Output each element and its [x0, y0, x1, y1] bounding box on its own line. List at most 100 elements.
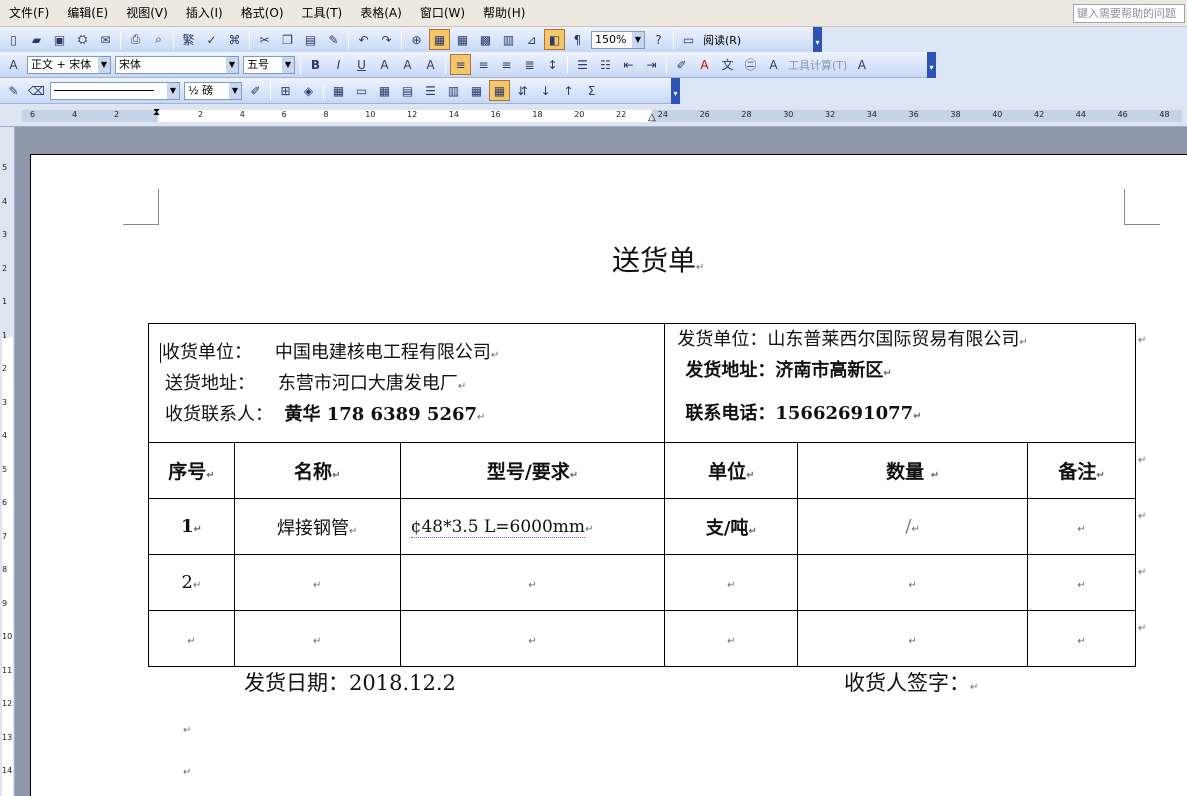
decrease-indent-icon[interactable]: ⇤ [618, 54, 639, 75]
text-direction-icon[interactable]: A [851, 54, 872, 75]
align-right-icon[interactable]: ≡ [496, 54, 517, 75]
menu-item[interactable]: 窗口(W) [411, 2, 474, 24]
menu-item[interactable]: 文件(F) [0, 2, 58, 24]
new-document-icon[interactable]: ▯ [3, 29, 24, 50]
eraser-icon[interactable]: ⌫ [26, 80, 47, 101]
table-cell[interactable]: 1↵ [148, 498, 235, 555]
line-weight-select[interactable]: ½ 磅 ▼ [184, 81, 242, 100]
vertical-ruler[interactable]: 5 4 3 2 1 1 2 3 4 5 6 7 8 9 10 11 12 13 14 [0, 127, 15, 796]
line-style-select[interactable]: ▼ [50, 81, 180, 100]
table-cell[interactable]: ↵ [797, 610, 1029, 667]
delivery-table[interactable]: 收货单位： 中国电建核电工程有限公司↵ 送货地址： 东营市河口大唐发电厂↵ 收货… [147, 323, 1136, 667]
sort-ascending-icon[interactable]: ↓ [535, 80, 556, 101]
redo-icon[interactable]: ↷ [376, 29, 397, 50]
cut-icon[interactable]: ✂ [254, 29, 275, 50]
menu-item[interactable]: 格式(O) [232, 2, 293, 24]
phonetic-guide-icon[interactable]: 文 [717, 54, 738, 75]
table-cell[interactable]: ↵ [664, 554, 799, 611]
autosum-icon[interactable]: Σ [581, 80, 602, 101]
receiver-signature[interactable]: 收货人签字：↵ [844, 667, 978, 697]
insert-excel-icon[interactable]: ▩ [475, 29, 496, 50]
horizontal-ruler[interactable]: 6 4 2 ⧗ △ 2 4 6 8 10 12 14 16 18 20 22 24 26 28 30 32 34… [0, 105, 1187, 127]
align-center-icon[interactable]: ≡ [473, 54, 494, 75]
table-cell[interactable]: ↵ [233, 610, 401, 667]
menu-item[interactable]: 工具(T) [293, 2, 352, 24]
numbering-icon[interactable]: ☰ [572, 54, 593, 75]
hyperlink-icon[interactable]: ⊕ [406, 29, 427, 50]
document-page[interactable]: 送货单↵ 收货单位： 中国电建核电工程有限公司↵ 送货地址： 东营市河口大唐发电… [30, 154, 1187, 796]
receiver-info-cell[interactable]: 收货单位： 中国电建核电工程有限公司↵ 送货地址： 东营市河口大唐发电厂↵ 收货… [147, 323, 666, 443]
table-cell[interactable]: 2↵ [148, 554, 235, 611]
text-direction-icon[interactable]: ⇵ [512, 80, 533, 101]
align-cell-icon[interactable]: ▤ [397, 80, 418, 101]
open-folder-icon[interactable]: ▰ [26, 29, 47, 50]
zoom-select[interactable]: 150% ▼ [591, 30, 645, 49]
merge-cells-icon[interactable]: ▭ [351, 80, 372, 101]
read-icon[interactable]: ▭ [678, 29, 699, 50]
spelling-icon[interactable]: ✓ [201, 29, 222, 50]
header-cell[interactable]: 备注↵ [1027, 442, 1136, 499]
table-cell[interactable]: ↵ [797, 554, 1029, 611]
table-cell[interactable]: /↵ [797, 498, 1029, 555]
email-icon[interactable]: ✉ [95, 29, 116, 50]
indent-marker-icon[interactable]: ⧗ [153, 107, 160, 118]
table-cell[interactable]: ↵ [664, 610, 799, 667]
copy-icon[interactable]: ❐ [277, 29, 298, 50]
print-icon[interactable]: ⎙ [125, 29, 146, 50]
style-select[interactable]: 正文 + 宋体 ▼ [27, 55, 111, 74]
paste-icon[interactable]: ▤ [300, 29, 321, 50]
research-icon[interactable]: ⌘ [224, 29, 245, 50]
tool-calculate-button[interactable]: 工具计算(T) [785, 57, 850, 73]
help-icon[interactable]: ? [648, 29, 669, 50]
autoformat-icon[interactable]: ▦ [466, 80, 487, 101]
table-cell[interactable]: 焊接钢管↵ [233, 498, 401, 555]
traditional-chinese-icon[interactable]: 繁 [178, 29, 199, 50]
split-cells-icon[interactable]: ▦ [374, 80, 395, 101]
sort-descending-icon[interactable]: ↑ [558, 80, 579, 101]
distribute-rows-icon[interactable]: ☰ [420, 80, 441, 101]
character-shading-icon[interactable]: A [397, 54, 418, 75]
autofit-icon[interactable]: ▦ [489, 80, 510, 101]
menu-item[interactable]: 表格(A) [351, 2, 411, 24]
increase-indent-icon[interactable]: ⇥ [641, 54, 662, 75]
table-cell[interactable]: ↵ [399, 554, 666, 611]
menu-item[interactable]: 视图(V) [117, 2, 177, 24]
bold-icon[interactable]: B [305, 54, 326, 75]
save-icon[interactable]: ▣ [49, 29, 70, 50]
font-color-icon[interactable]: A [694, 54, 715, 75]
draw-table-icon[interactable]: ✎ [3, 80, 24, 101]
toolbar-options-icon[interactable]: ▾ [671, 77, 680, 104]
right-indent-marker-icon[interactable]: △ [648, 112, 656, 123]
show-hide-icon[interactable]: ¶ [567, 29, 588, 50]
distribute-columns-icon[interactable]: ▥ [443, 80, 464, 101]
table-cell[interactable]: ↵ [233, 554, 401, 611]
table-cell[interactable]: 支/吨↵ [664, 498, 799, 555]
print-preview-icon[interactable]: ⌕ [148, 29, 169, 50]
table-cell[interactable]: ↵ [1027, 610, 1136, 667]
table-cell[interactable]: ↵ [148, 610, 235, 667]
insert-table-icon[interactable]: ▦ [328, 80, 349, 101]
justify-icon[interactable]: ≣ [519, 54, 540, 75]
help-search-input[interactable]: 键入需要帮助的问题 [1073, 4, 1185, 23]
format-painter-icon[interactable]: ✎ [323, 29, 344, 50]
columns-icon[interactable]: ▥ [498, 29, 519, 50]
read-button[interactable]: 阅读(R) [700, 32, 744, 48]
menu-item[interactable]: 帮助(H) [474, 2, 534, 24]
highlight-icon[interactable]: ✐ [671, 54, 692, 75]
toolbar-options-icon[interactable]: ▾ [927, 51, 936, 78]
shading-color-icon[interactable]: ◈ [298, 80, 319, 101]
header-cell[interactable]: 名称↵ [233, 442, 401, 499]
insert-table-icon[interactable]: ▦ [452, 29, 473, 50]
menu-item[interactable]: 插入(I) [177, 2, 232, 24]
character-scaling-icon[interactable]: A [420, 54, 441, 75]
align-left-icon[interactable]: ≡ [450, 54, 471, 75]
character-border-icon[interactable]: A [374, 54, 395, 75]
italic-icon[interactable]: I [328, 54, 349, 75]
font-size-select[interactable]: 五号 ▼ [243, 55, 295, 74]
sender-info-cell[interactable]: 发货单位：山东普莱西尔国际贸易有限公司↵ 发货地址：济南市高新区↵ 联系电话：1… [664, 323, 1136, 443]
underline-icon[interactable]: U [351, 54, 372, 75]
table-cell[interactable]: ↵ [399, 610, 666, 667]
drawing-icon[interactable]: ⊿ [521, 29, 542, 50]
header-cell[interactable]: 数量 ↵ [797, 442, 1029, 499]
enclose-characters-icon[interactable]: ㊁ [740, 54, 761, 75]
